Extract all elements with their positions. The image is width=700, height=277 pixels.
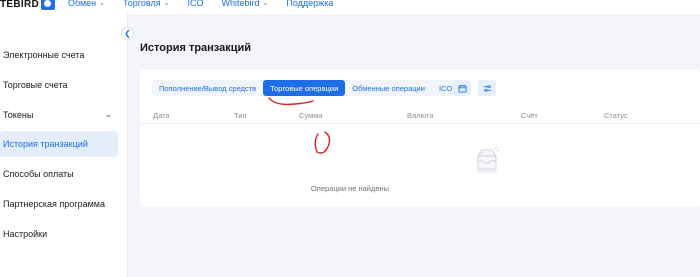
transactions-card: Пополнение/Вывод средств Торговые операц… — [140, 70, 700, 207]
column-header-status[interactable]: Статус — [604, 111, 628, 120]
column-header-amount[interactable]: Сумма — [299, 111, 323, 120]
nav-item-label: Whitebird — [221, 0, 260, 8]
sidebar-item-label: Торговые счета — [3, 80, 68, 90]
page-title: История транзакций — [140, 42, 252, 54]
chevron-down-icon[interactable]: ⌄ — [104, 109, 112, 120]
calendar-icon — [457, 84, 467, 93]
nav-item-label: Обмен — [68, 0, 97, 8]
filter-icon — [483, 84, 491, 92]
table-header: Дата Тип Сумма Валюта Счёт Статус — [140, 110, 700, 124]
top-navbar: TEBIRD Обмен ⌄ Торговля ⌄ ICO Whitebird … — [0, 0, 700, 14]
sidebar-collapse-button[interactable]: ❮ — [121, 27, 134, 40]
sidebar-item-settings[interactable]: Настройки — [0, 221, 118, 247]
filters-button[interactable] — [478, 80, 496, 96]
sidebar-item-label: Электронные счета — [3, 50, 85, 60]
tab-trading-operations[interactable]: Торговые операции — [263, 80, 346, 96]
sidebar: Электронные счета Торговые счета Токены … — [0, 14, 128, 277]
nav-item-support[interactable]: Поддержка — [286, 0, 333, 8]
tab-exchange-operations[interactable]: Обменные операции — [345, 80, 432, 96]
column-header-date[interactable]: Дата — [153, 111, 170, 120]
transaction-type-tabs: Пополнение/Вывод средств Торговые операц… — [152, 80, 460, 96]
nav-item-label: Торговля — [123, 0, 161, 8]
chevron-down-icon: ⌄ — [99, 0, 105, 7]
sidebar-item-label: Способы оплаты — [3, 169, 74, 179]
sidebar-item-affiliate[interactable]: Партнерская программа — [0, 191, 118, 217]
logo-mark-icon — [41, 0, 56, 10]
chevron-left-icon: ❮ — [124, 29, 131, 38]
nav-item-exchange[interactable]: Обмен ⌄ — [68, 0, 105, 8]
logo-text: TEBIRD — [0, 0, 40, 10]
nav-item-trading[interactable]: Торговля ⌄ — [123, 0, 169, 8]
sidebar-item-label: История транзакций — [3, 139, 88, 149]
nav-item-label: ICO — [187, 0, 204, 8]
date-filter-button[interactable] — [453, 80, 471, 96]
main-nav: Обмен ⌄ Торговля ⌄ ICO Whitebird ⌄ Подде… — [68, 0, 351, 8]
sidebar-item-label: Партнерская программа — [3, 199, 105, 209]
sidebar-item-trading-accounts[interactable]: Торговые счета — [0, 72, 118, 98]
chevron-down-icon: ⌄ — [163, 0, 170, 7]
sidebar-item-tokens[interactable]: Токены ⌄ — [0, 102, 118, 128]
sidebar-item-label: Настройки — [3, 229, 48, 239]
chevron-down-icon: ⌄ — [262, 0, 269, 7]
sidebar-item-label: Токены — [3, 110, 34, 120]
column-header-account[interactable]: Счёт — [521, 111, 538, 120]
nav-item-whitebird[interactable]: Whitebird ⌄ — [222, 0, 269, 8]
nav-item-ico[interactable]: ICO — [187, 0, 203, 8]
empty-inbox-icon — [476, 146, 500, 173]
tab-deposit-withdraw[interactable]: Пополнение/Вывод средств — [152, 80, 263, 96]
sidebar-item-transaction-history[interactable]: История транзакций — [0, 131, 118, 157]
brand-logo[interactable]: TEBIRD — [0, 0, 56, 11]
column-header-currency[interactable]: Валюта — [407, 111, 434, 120]
sidebar-item-e-accounts[interactable]: Электронные счета — [0, 42, 118, 68]
nav-item-label: Поддержка — [286, 0, 334, 8]
column-header-type[interactable]: Тип — [234, 111, 247, 120]
empty-state-text: Операции не найдены — [310, 184, 390, 193]
